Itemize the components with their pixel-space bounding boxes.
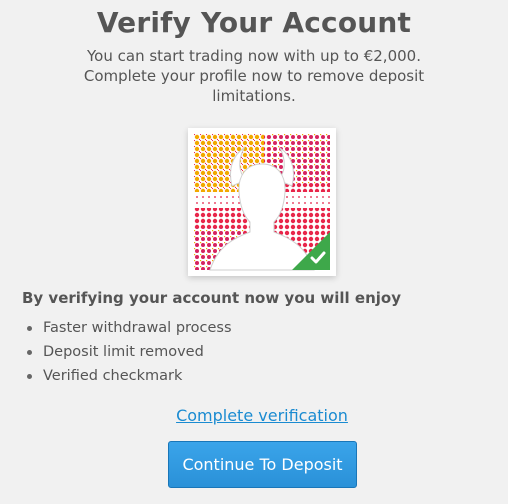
continue-to-deposit-button[interactable]: Continue To Deposit <box>168 441 357 488</box>
page-title: Verify Your Account <box>96 6 412 39</box>
bullet-icon <box>27 326 32 331</box>
verify-account-page: Verify Your Account You can start tradin… <box>0 0 508 504</box>
bullet-icon <box>27 374 32 379</box>
benefits-list: Faster withdrawal process Deposit limit … <box>24 316 232 388</box>
complete-verification-link[interactable]: Complete verification <box>0 406 508 425</box>
bullet-icon <box>27 350 32 355</box>
benefit-label: Deposit limit removed <box>43 344 204 360</box>
benefit-label: Faster withdrawal process <box>43 320 232 336</box>
verified-avatar <box>188 128 336 276</box>
list-item: Verified checkmark <box>24 364 232 388</box>
profile-silhouette-icon <box>194 134 330 271</box>
list-item: Faster withdrawal process <box>24 316 232 340</box>
page-subtitle: You can start trading now with up to €2,… <box>83 47 425 105</box>
list-item: Deposit limit removed <box>24 340 232 364</box>
benefit-label: Verified checkmark <box>43 368 183 384</box>
benefits-heading: By verifying your account now you will e… <box>22 289 401 307</box>
